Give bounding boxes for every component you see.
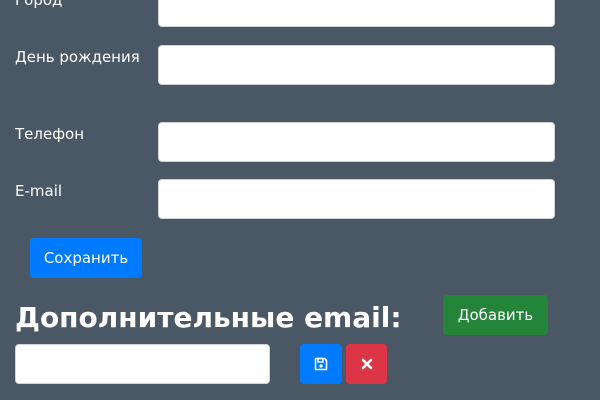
save-button[interactable]: Сохранить — [30, 238, 142, 278]
add-email-button-label: Добавить — [457, 306, 534, 324]
phone-input[interactable] — [158, 122, 555, 162]
save-button-label: Сохранить — [43, 249, 129, 267]
birthday-label: День рождения — [15, 48, 140, 66]
add-email-button[interactable]: Добавить — [443, 295, 548, 335]
additional-emails-heading: Дополнительные email: — [15, 301, 402, 334]
remove-email-button[interactable] — [346, 344, 387, 384]
save-email-button[interactable] — [300, 344, 342, 384]
phone-label: Телефон — [15, 125, 85, 143]
email-input[interactable] — [158, 179, 555, 219]
floppy-disk-icon — [314, 357, 328, 371]
city-label: Город — [15, 0, 63, 9]
birthday-input[interactable] — [158, 45, 555, 85]
email-label: E-mail — [15, 182, 63, 200]
additional-email-input[interactable] — [15, 344, 270, 384]
city-input[interactable] — [158, 0, 555, 27]
close-icon — [361, 358, 373, 370]
